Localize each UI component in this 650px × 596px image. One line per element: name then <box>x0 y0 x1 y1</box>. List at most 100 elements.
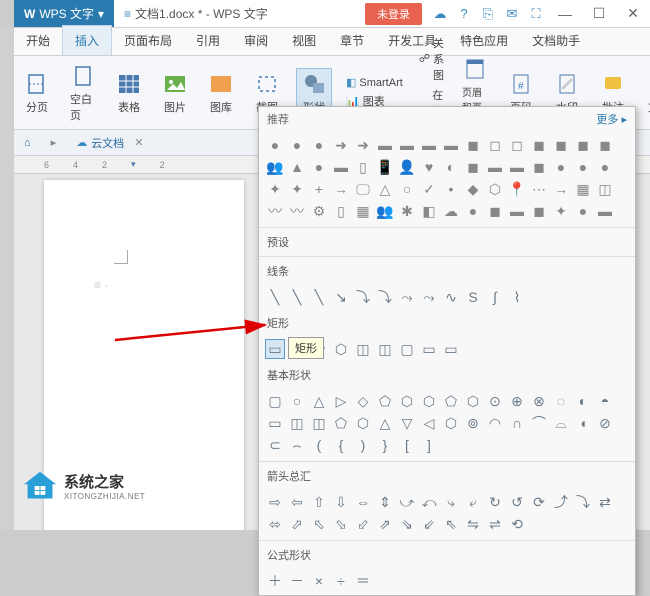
shape-item[interactable]: ▬ <box>331 157 351 177</box>
shape-divide[interactable]: ÷ <box>331 571 351 591</box>
shape-arrow[interactable]: ⟲ <box>507 514 527 534</box>
pagebreak-button[interactable]: 分页 <box>20 69 54 117</box>
shape-item[interactable]: ⬡ <box>419 391 439 411</box>
smartart-button[interactable]: ◧SmartArt <box>344 75 405 90</box>
shape-item[interactable]: 👥 <box>265 157 285 177</box>
shape-line[interactable]: ⤵ <box>375 287 395 307</box>
shape-item[interactable]: ○ <box>287 391 307 411</box>
shape-item[interactable]: ▬ <box>507 201 527 221</box>
more-link[interactable]: 更多 ▸ <box>596 111 627 127</box>
shape-arrow[interactable]: ⇔ <box>353 492 373 512</box>
shape-item[interactable]: • <box>441 179 461 199</box>
shape-item[interactable]: ◼ <box>573 135 593 155</box>
shape-item[interactable]: ◼ <box>463 157 483 177</box>
shape-arrow[interactable]: ⇘ <box>397 514 417 534</box>
tab-pagelayout[interactable]: 页面布局 <box>112 26 184 55</box>
shape-arrow[interactable]: ⇄ <box>595 492 615 512</box>
tab-special[interactable]: 特色应用 <box>448 26 520 55</box>
shape-item[interactable]: ⊚ <box>463 413 483 433</box>
shape-item[interactable]: ⋯ <box>529 179 549 199</box>
shape-line[interactable]: ∿ <box>441 287 461 307</box>
home-tab[interactable]: ⌂ <box>14 133 41 153</box>
shape-arrow[interactable]: ⬄ <box>265 514 285 534</box>
shape-item[interactable]: ⬡ <box>485 179 505 199</box>
shape-item[interactable]: → <box>551 179 571 199</box>
shape-item[interactable]: ⬡ <box>397 391 417 411</box>
shape-item[interactable]: 📱 <box>375 157 395 177</box>
gallery-button[interactable]: 图库 <box>204 69 238 117</box>
shape-item[interactable]: ▯ <box>353 157 373 177</box>
shape-line[interactable]: ∫ <box>485 287 505 307</box>
shape-item[interactable]: ▬ <box>419 135 439 155</box>
shape-plus[interactable]: ＋ <box>265 571 285 591</box>
shape-item[interactable]: ⬡ <box>441 413 461 433</box>
shape-item[interactable]: ✦ <box>287 179 307 199</box>
shape-arrow[interactable]: ↻ <box>485 492 505 512</box>
ruler-indent-icon[interactable]: ▾ <box>131 159 136 170</box>
shape-item[interactable]: ➜ <box>353 135 373 155</box>
app-brand[interactable]: W WPS 文字 ▾ <box>14 0 114 27</box>
shape-arrow[interactable]: ⇗ <box>375 514 395 534</box>
shape-item[interactable]: △ <box>375 413 395 433</box>
tab-view[interactable]: 视图 <box>280 26 328 55</box>
shape-item[interactable]: ● <box>573 157 593 177</box>
shape-item[interactable]: ▯ <box>331 201 351 221</box>
shape-round-rect[interactable]: ▢ <box>397 339 417 359</box>
fullscreen-icon[interactable]: ⛶ <box>524 3 548 25</box>
shape-item[interactable]: △ <box>309 391 329 411</box>
shape-arrow[interactable]: ⇨ <box>265 492 285 512</box>
shape-item[interactable]: ▦ <box>573 179 593 199</box>
shape-line[interactable]: ╲ <box>287 287 307 307</box>
shape-item[interactable]: → <box>331 179 351 199</box>
tab-insert[interactable]: 插入 <box>62 25 112 55</box>
shape-round-rect[interactable]: ▭ <box>441 339 461 359</box>
shape-item[interactable]: ◼ <box>595 135 615 155</box>
shape-item[interactable]: ♥ <box>419 157 439 177</box>
shape-item[interactable]: ◼ <box>529 157 549 177</box>
shape-item[interactable]: ◆ <box>463 179 483 199</box>
shape-equals[interactable]: ＝ <box>353 571 373 591</box>
shape-item[interactable]: ⬡ <box>463 391 483 411</box>
shape-item[interactable]: 👥 <box>375 201 395 221</box>
shape-item[interactable]: ◻ <box>485 135 505 155</box>
shape-arrow[interactable]: ⬁ <box>309 514 329 534</box>
shape-item[interactable]: ▽ <box>397 413 417 433</box>
shape-item[interactable]: ◫ <box>287 413 307 433</box>
shape-item[interactable]: ● <box>309 157 329 177</box>
shape-line[interactable]: ↘ <box>331 287 351 307</box>
shape-item[interactable]: ✦ <box>265 179 285 199</box>
shape-item[interactable]: ◼ <box>529 135 549 155</box>
shape-item[interactable]: ◓ <box>595 391 615 411</box>
shape-item[interactable]: ● <box>309 135 329 155</box>
shape-item[interactable]: 〰 <box>265 201 285 221</box>
shape-item[interactable]: ◼ <box>551 135 571 155</box>
shape-item[interactable]: ◼ <box>529 201 549 221</box>
shape-item[interactable]: ◠ <box>485 413 505 433</box>
shape-line[interactable]: ⤳ <box>397 287 417 307</box>
shape-arrow[interactable]: ⇙ <box>419 514 439 534</box>
shape-item[interactable]: ⌓ <box>551 413 571 433</box>
shape-item[interactable]: ◫ <box>595 179 615 199</box>
shape-item[interactable]: ● <box>265 135 285 155</box>
shape-item[interactable]: ⬠ <box>441 391 461 411</box>
shape-item[interactable]: ▭ <box>265 413 285 433</box>
shape-item[interactable]: ( <box>309 435 329 455</box>
shape-item[interactable]: ✦ <box>551 201 571 221</box>
shape-line[interactable]: S <box>463 287 483 307</box>
shape-item[interactable]: ⊘ <box>595 413 615 433</box>
shape-item[interactable]: ) <box>353 435 373 455</box>
shape-item[interactable]: ◻ <box>507 135 527 155</box>
shape-snip-rect[interactable]: ◫ <box>353 339 373 359</box>
shape-round-rect[interactable]: ▭ <box>419 339 439 359</box>
shape-item[interactable]: ◐ <box>441 157 461 177</box>
shape-item[interactable]: [ <box>397 435 417 455</box>
shape-item[interactable]: ▬ <box>397 135 417 155</box>
tab-section[interactable]: 章节 <box>328 26 376 55</box>
shape-arrow[interactable]: ⇖ <box>441 514 461 534</box>
shape-item[interactable]: ▷ <box>331 391 351 411</box>
doc-tab[interactable]: ▸ <box>41 132 67 153</box>
share-icon[interactable]: ⎘ <box>476 3 500 25</box>
shape-item[interactable]: ⬠ <box>331 413 351 433</box>
shape-item[interactable]: ∩ <box>507 413 527 433</box>
shape-item[interactable]: ✱ <box>397 201 417 221</box>
